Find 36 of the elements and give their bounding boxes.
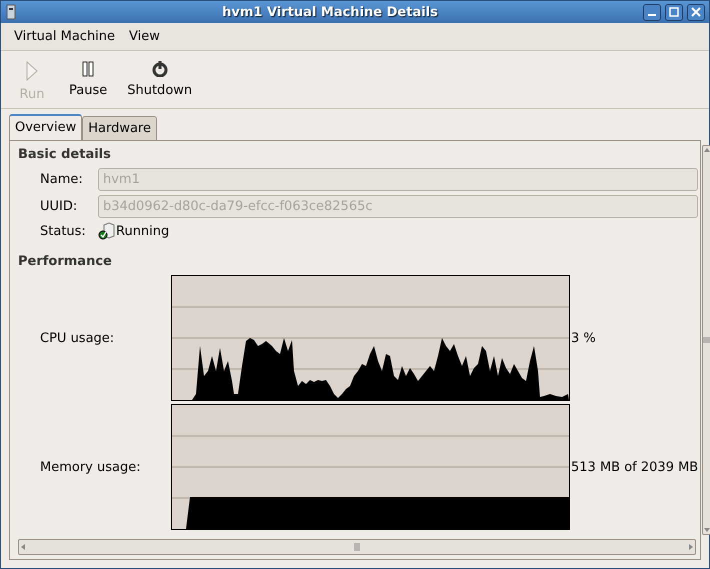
graph-label: CPU usage: bbox=[40, 330, 116, 346]
shutdown-button[interactable]: Shutdown bbox=[119, 59, 200, 104]
minimize-button[interactable] bbox=[643, 4, 661, 20]
section-heading: Performance bbox=[18, 254, 113, 269]
maximize-button[interactable] bbox=[665, 4, 683, 20]
app-icon bbox=[5, 4, 17, 20]
vertical-scrollbar[interactable] bbox=[702, 145, 710, 535]
tab[interactable]: Overview bbox=[9, 114, 82, 140]
tab[interactable]: Hardware bbox=[82, 116, 157, 140]
scroll-left-icon[interactable] bbox=[19, 543, 27, 551]
running-status-icon bbox=[98, 222, 116, 240]
scroll-grip-icon[interactable] bbox=[353, 543, 361, 551]
field-label: Status: bbox=[40, 224, 87, 238]
pause-button[interactable]: Pause bbox=[61, 59, 116, 104]
status-text: Running bbox=[116, 224, 170, 238]
minimize-icon bbox=[648, 14, 656, 16]
scroll-grip-icon[interactable] bbox=[703, 336, 710, 344]
scroll-right-icon[interactable] bbox=[687, 543, 695, 551]
play-icon bbox=[26, 61, 38, 81]
close-icon bbox=[691, 7, 701, 17]
scroll-up-icon[interactable] bbox=[703, 146, 710, 154]
power-icon bbox=[152, 61, 168, 77]
field-label: Name: bbox=[40, 172, 84, 187]
close-button[interactable] bbox=[687, 4, 705, 20]
section-heading: Basic details bbox=[18, 147, 112, 162]
scroll-down-icon[interactable] bbox=[703, 526, 710, 534]
usage-reading: 3 % bbox=[570, 330, 597, 346]
maximize-icon bbox=[669, 7, 679, 17]
horizontal-scrollbar[interactable] bbox=[18, 539, 696, 555]
field-label: UUID: bbox=[40, 199, 78, 214]
graph-label: Memory usage: bbox=[40, 460, 142, 474]
pause-icon bbox=[82, 61, 94, 77]
menu-item[interactable]: Virtual Machine bbox=[7, 26, 122, 47]
menu-item[interactable]: View bbox=[122, 26, 167, 47]
window-title: hvm1 Virtual Machine Details bbox=[221, 4, 439, 20]
usage-reading: 513 MB of 2039 MB bbox=[570, 460, 698, 474]
